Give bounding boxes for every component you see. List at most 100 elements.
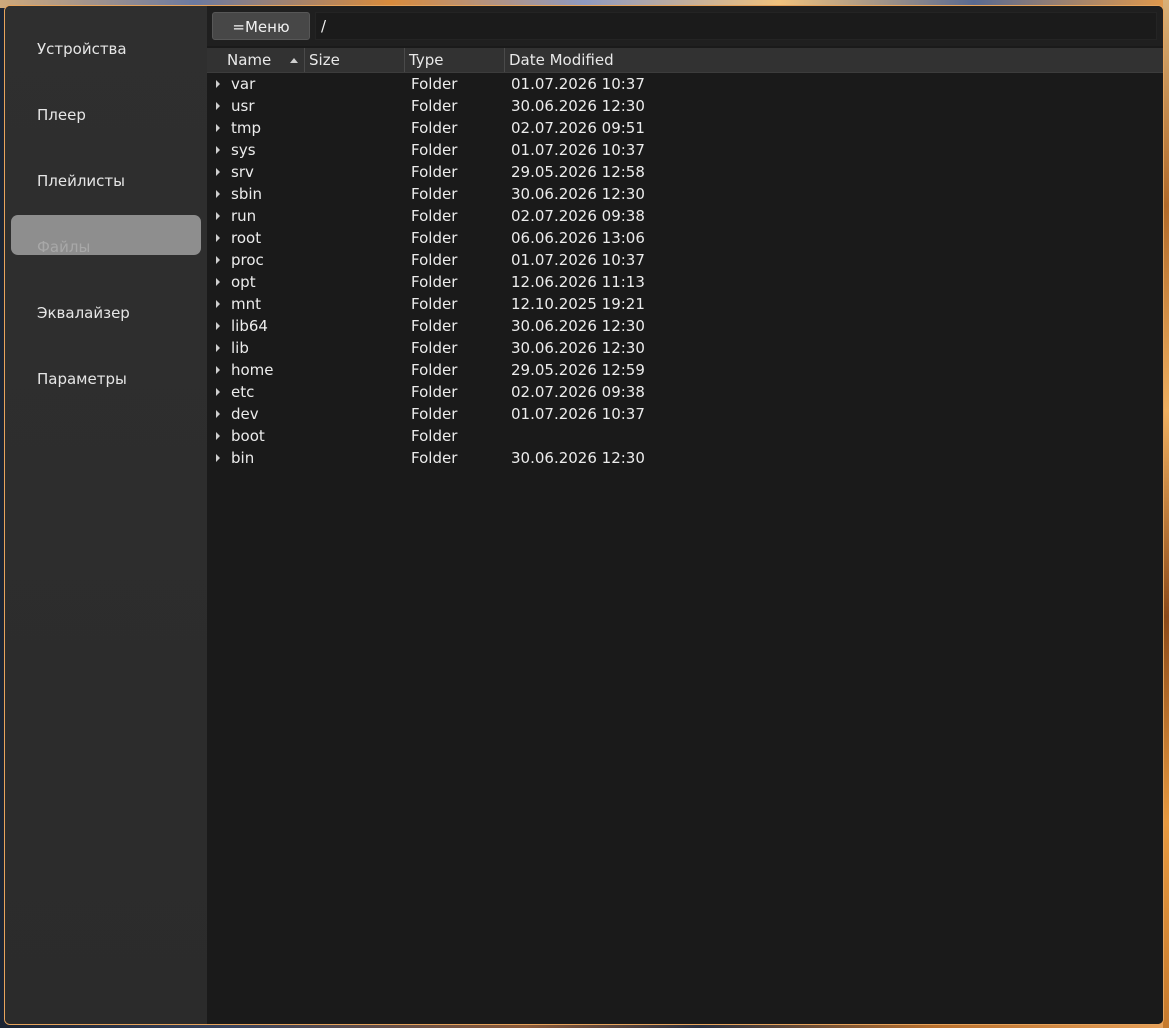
cell-name: proc: [231, 251, 264, 269]
column-header-row: Name Size Type Date Modified: [207, 48, 1163, 73]
cell-date-modified: 29.05.2026 12:58: [511, 163, 645, 181]
cell-type: Folder: [411, 163, 458, 181]
expand-arrow-icon[interactable]: [216, 146, 220, 154]
expand-arrow-icon[interactable]: [216, 300, 220, 308]
table-row[interactable]: dev Folder 01.07.2026 10:37: [207, 403, 1163, 425]
file-rows: var Folder 01.07.2026 10:37 usr Folder 30.06.…: [207, 73, 1163, 469]
sidebar-item-files[interactable]: Файлы: [11, 215, 201, 255]
table-row[interactable]: lib Folder 30.06.2026 12:30: [207, 337, 1163, 359]
table-row[interactable]: home Folder 29.05.2026 12:59: [207, 359, 1163, 381]
table-row[interactable]: mnt Folder 12.10.2025 19:21: [207, 293, 1163, 315]
table-row[interactable]: root Folder 06.06.2026 13:06: [207, 227, 1163, 249]
expand-arrow-icon[interactable]: [216, 278, 220, 286]
cell-type: Folder: [411, 141, 458, 159]
sidebar-item-equalizer[interactable]: Эквалайзер: [11, 293, 201, 333]
toolbar: =Меню /: [207, 6, 1163, 46]
cell-date-modified: 12.10.2025 19:21: [511, 295, 645, 313]
cell-date-modified: 29.05.2026 12:59: [511, 361, 645, 379]
cell-date-modified: 30.06.2026 12:30: [511, 339, 645, 357]
column-header-size[interactable]: Size: [305, 48, 405, 72]
table-row[interactable]: srv Folder 29.05.2026 12:58: [207, 161, 1163, 183]
cell-type: Folder: [411, 317, 458, 335]
expand-arrow-icon[interactable]: [216, 410, 220, 418]
table-row[interactable]: sbin Folder 30.06.2026 12:30: [207, 183, 1163, 205]
path-input[interactable]: /: [315, 12, 1157, 40]
table-row[interactable]: bin Folder 30.06.2026 12:30: [207, 447, 1163, 469]
table-row[interactable]: opt Folder 12.06.2026 11:13: [207, 271, 1163, 293]
cell-name: boot: [231, 427, 265, 445]
expand-arrow-icon[interactable]: [216, 366, 220, 374]
cell-type: Folder: [411, 97, 458, 115]
cell-name: tmp: [231, 119, 262, 137]
cell-name: sys: [231, 141, 256, 159]
expand-arrow-icon[interactable]: [216, 234, 220, 242]
expand-arrow-icon[interactable]: [216, 168, 220, 176]
expand-arrow-icon[interactable]: [216, 454, 220, 462]
table-row[interactable]: proc Folder 01.07.2026 10:37: [207, 249, 1163, 271]
expand-arrow-icon[interactable]: [216, 212, 220, 220]
cell-name: dev: [231, 405, 259, 423]
expand-arrow-icon[interactable]: [216, 388, 220, 396]
cell-type: Folder: [411, 339, 458, 357]
cell-date-modified: 01.07.2026 10:37: [511, 141, 645, 159]
table-row[interactable]: usr Folder 30.06.2026 12:30: [207, 95, 1163, 117]
cell-type: Folder: [411, 383, 458, 401]
table-row[interactable]: var Folder 01.07.2026 10:37: [207, 73, 1163, 95]
sidebar-item-playlists[interactable]: Плейлисты: [11, 161, 201, 201]
sort-ascending-icon: [290, 58, 298, 63]
sidebar-item-settings[interactable]: Параметры: [11, 359, 201, 399]
column-header-date-modified[interactable]: Date Modified: [505, 48, 1163, 72]
cell-name: mnt: [231, 295, 261, 313]
cell-name: usr: [231, 97, 255, 115]
cell-type: Folder: [411, 405, 458, 423]
cell-type: Folder: [411, 185, 458, 203]
cell-name: home: [231, 361, 274, 379]
cell-date-modified: 30.06.2026 12:30: [511, 317, 645, 335]
cell-name: lib64: [231, 317, 268, 335]
column-header-name[interactable]: Name: [207, 48, 305, 72]
cell-type: Folder: [411, 449, 458, 467]
cell-type: Folder: [411, 427, 458, 445]
expand-arrow-icon[interactable]: [216, 256, 220, 264]
cell-date-modified: 01.07.2026 10:37: [511, 405, 645, 423]
table-row[interactable]: etc Folder 02.07.2026 09:38: [207, 381, 1163, 403]
table-row[interactable]: lib64 Folder 30.06.2026 12:30: [207, 315, 1163, 337]
expand-arrow-icon[interactable]: [216, 80, 220, 88]
cell-type: Folder: [411, 75, 458, 93]
expand-arrow-icon[interactable]: [216, 102, 220, 110]
column-header-name-label: Name: [227, 51, 272, 69]
table-row[interactable]: run Folder 02.07.2026 09:38: [207, 205, 1163, 227]
cell-name: run: [231, 207, 257, 225]
sidebar-item-player[interactable]: Плеер: [11, 95, 201, 135]
expand-arrow-icon[interactable]: [216, 432, 220, 440]
cell-date-modified: 30.06.2026 12:30: [511, 97, 645, 115]
column-header-type[interactable]: Type: [405, 48, 505, 72]
cell-name: lib: [231, 339, 249, 357]
table-row[interactable]: tmp Folder 02.07.2026 09:51: [207, 117, 1163, 139]
expand-arrow-icon[interactable]: [216, 124, 220, 132]
file-list: Name Size Type Date Modified var Folder 01…: [207, 46, 1163, 1024]
expand-arrow-icon[interactable]: [216, 344, 220, 352]
table-row[interactable]: sys Folder 01.07.2026 10:37: [207, 139, 1163, 161]
cell-name: root: [231, 229, 262, 247]
cell-name: sbin: [231, 185, 263, 203]
cell-type: Folder: [411, 229, 458, 247]
cell-date-modified: 02.07.2026 09:38: [511, 383, 645, 401]
sidebar-item-devices[interactable]: Устройства: [11, 29, 201, 69]
table-row[interactable]: boot Folder: [207, 425, 1163, 447]
cell-type: Folder: [411, 295, 458, 313]
sidebar: Устройства Плеер Плейлисты Файлы Эквалай…: [5, 6, 207, 1024]
app-window: Устройства Плеер Плейлисты Файлы Эквалай…: [4, 5, 1164, 1025]
cell-date-modified: 02.07.2026 09:38: [511, 207, 645, 225]
cell-name: bin: [231, 449, 255, 467]
cell-date-modified: 01.07.2026 10:37: [511, 251, 645, 269]
menu-button[interactable]: =Меню: [212, 12, 310, 40]
expand-arrow-icon[interactable]: [216, 322, 220, 330]
cell-type: Folder: [411, 273, 458, 291]
cell-date-modified: 02.07.2026 09:51: [511, 119, 645, 137]
cell-type: Folder: [411, 119, 458, 137]
cell-date-modified: 01.07.2026 10:37: [511, 75, 645, 93]
cell-type: Folder: [411, 207, 458, 225]
cell-date-modified: 30.06.2026 12:30: [511, 449, 645, 467]
expand-arrow-icon[interactable]: [216, 190, 220, 198]
